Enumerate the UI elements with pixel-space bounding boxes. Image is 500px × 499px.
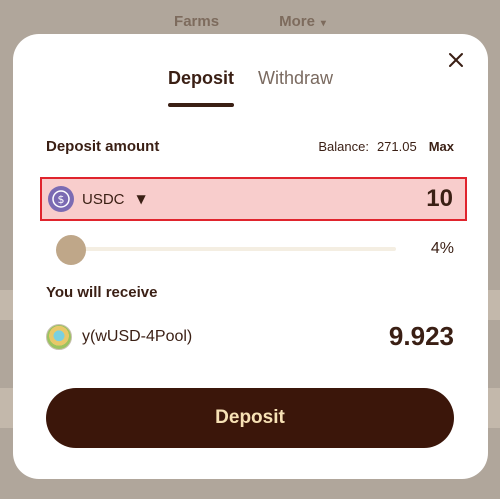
pool-token-icon — [46, 323, 72, 350]
deposit-amount-header: Deposit amount Balance: 271.05 Max — [46, 138, 454, 155]
caret-down-icon: ▼ — [136, 192, 146, 206]
balance-display: Balance: 271.05 Max — [318, 139, 454, 154]
token-selector[interactable]: $ USDC ▼ — [48, 186, 146, 212]
receive-amount: 9.923 — [388, 321, 454, 351]
deposit-button[interactable]: Deposit — [46, 388, 454, 448]
receive-token-name: y(wUSD-4Pool) — [82, 327, 193, 345]
deposit-modal: Deposit Withdraw Deposit amount Balance:… — [13, 34, 488, 479]
receive-label: You will receive — [46, 284, 158, 301]
token-name: USDC — [82, 190, 125, 208]
nav-farms: Farms — [174, 12, 220, 30]
deposit-amount-field: $ USDC ▼ — [40, 177, 467, 221]
tab-deposit[interactable]: Deposit — [167, 68, 234, 107]
deposit-amount-label: Deposit amount — [46, 138, 160, 155]
chevron-down-icon: ▾ — [320, 17, 326, 29]
nav-more: More ▾ — [279, 12, 326, 30]
amount-input[interactable] — [273, 185, 453, 213]
tab-withdraw[interactable]: Withdraw — [258, 68, 333, 99]
balance-value: 271.05 — [376, 139, 417, 154]
slider-percent: 4% — [430, 240, 454, 257]
balance-label: Balance: — [318, 139, 369, 154]
receive-row: y(wUSD-4Pool) 9.923 — [46, 321, 454, 352]
active-tab-indicator — [167, 103, 234, 107]
max-button[interactable]: Max — [429, 139, 454, 154]
slider-thumb[interactable] — [56, 235, 86, 265]
close-icon[interactable] — [446, 50, 466, 70]
tab-bar: Deposit Withdraw — [13, 68, 488, 107]
svg-text:$: $ — [58, 193, 65, 206]
slider-track[interactable] — [76, 247, 396, 251]
amount-slider: 4% — [56, 235, 454, 265]
receive-token: y(wUSD-4Pool) — [46, 323, 193, 350]
usdc-icon: $ — [48, 186, 74, 212]
